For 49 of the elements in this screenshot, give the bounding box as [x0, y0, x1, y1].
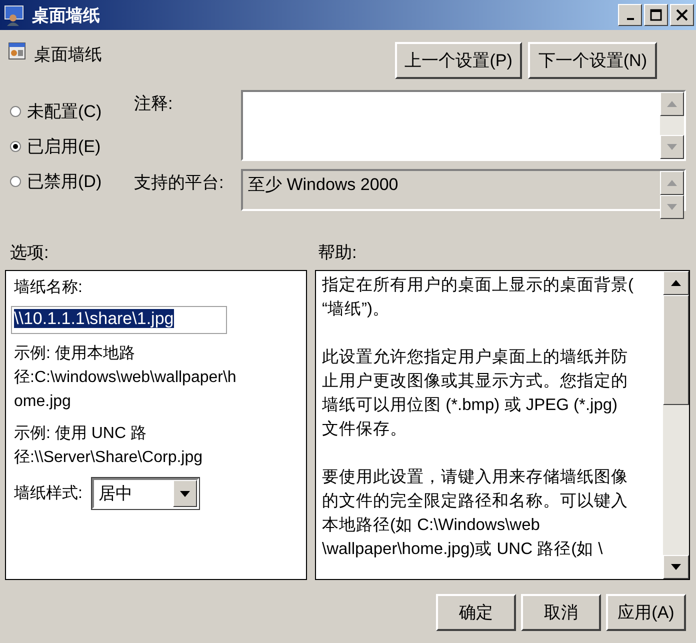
example-text: 示例: 使用 UNC 路 径:\\Server\Share\Corp.jpg	[14, 424, 204, 468]
help-paragraph: 指定在所有用户的桌面上显示的桌面背景( “墙纸”)。	[322, 275, 634, 320]
minimize-icon	[626, 18, 634, 20]
scroll-thumb[interactable]	[663, 295, 689, 405]
radio-button[interactable]	[10, 176, 21, 187]
options-label: 选项:	[10, 243, 49, 262]
setting-title: 桌面墙纸	[34, 44, 102, 66]
comment-label: 注释:	[134, 93, 174, 115]
platform-label: 支持的平台:	[134, 172, 225, 194]
down-arrow-icon	[671, 564, 681, 570]
comment-field[interactable]	[241, 90, 686, 161]
wallpaper-style-dropdown[interactable]: 居中	[92, 478, 200, 509]
scroll-up-button[interactable]	[663, 271, 689, 295]
up-arrow-icon	[667, 101, 677, 107]
radio-label[interactable]: 已启用(E)	[27, 135, 101, 158]
nav-button[interactable]: 下一个设置(N)	[528, 42, 657, 79]
computer-user-icon	[4, 4, 26, 26]
dialog-button[interactable]: 确定	[436, 594, 516, 631]
radio-button[interactable]	[10, 141, 21, 152]
example-text: 示例: 使用本地路 径:C:\windows\web\wallpaper\h ome.jpg	[14, 344, 238, 412]
scroll-up-button[interactable]	[660, 171, 684, 195]
down-arrow-icon	[667, 144, 677, 150]
settings-window-icon	[8, 42, 26, 60]
help-label: 帮助:	[318, 242, 357, 264]
nav-button[interactable]: 上一个设置(P)	[394, 42, 522, 79]
dialog-button[interactable]: 取消	[521, 594, 601, 631]
radio-label[interactable]: 已禁用(D)	[27, 170, 102, 193]
wallpaper-name-field[interactable]: \\10.1.1.1\share\1.jpg	[11, 306, 227, 334]
close-button[interactable]	[670, 4, 694, 26]
close-icon	[676, 9, 688, 21]
scroll-down-button[interactable]	[660, 135, 684, 159]
scroll-up-button[interactable]	[660, 92, 684, 116]
wallpaper-style-label: 墙纸样式:	[14, 484, 82, 504]
window-title: 桌面墙纸	[32, 4, 101, 26]
radio-button[interactable]	[10, 106, 21, 117]
maximize-icon	[650, 9, 662, 21]
dialog-button[interactable]: 应用(A)	[606, 594, 686, 631]
help-paragraph: 要使用此设置，请键入用来存储墙纸图像 的文件的完全限定路径和名称。可以键入 本地路径(如 C:\Windows\web \wallpaper\home.jpg)或 UNC 路径(如 \	[322, 467, 629, 560]
radio-label[interactable]: 未配置(C)	[27, 100, 102, 123]
up-arrow-icon	[667, 180, 677, 186]
scroll-down-button[interactable]	[660, 195, 684, 219]
up-arrow-icon	[671, 280, 681, 286]
wallpaper-name-label: 墙纸名称:	[14, 278, 84, 298]
minimize-button[interactable]	[618, 4, 642, 26]
help-paragraph: 此设置允许您指定用户桌面上的墙纸并防 止用户更改图像或其显示方式。您指定的 墙纸可以用位图 (*.bmp) 或 JPEG (*.jpg) 文件保存。	[322, 347, 629, 440]
dropdown-arrow-icon	[180, 490, 190, 496]
scroll-down-button[interactable]	[663, 555, 689, 579]
maximize-button[interactable]	[644, 4, 668, 26]
down-arrow-icon	[667, 204, 677, 210]
